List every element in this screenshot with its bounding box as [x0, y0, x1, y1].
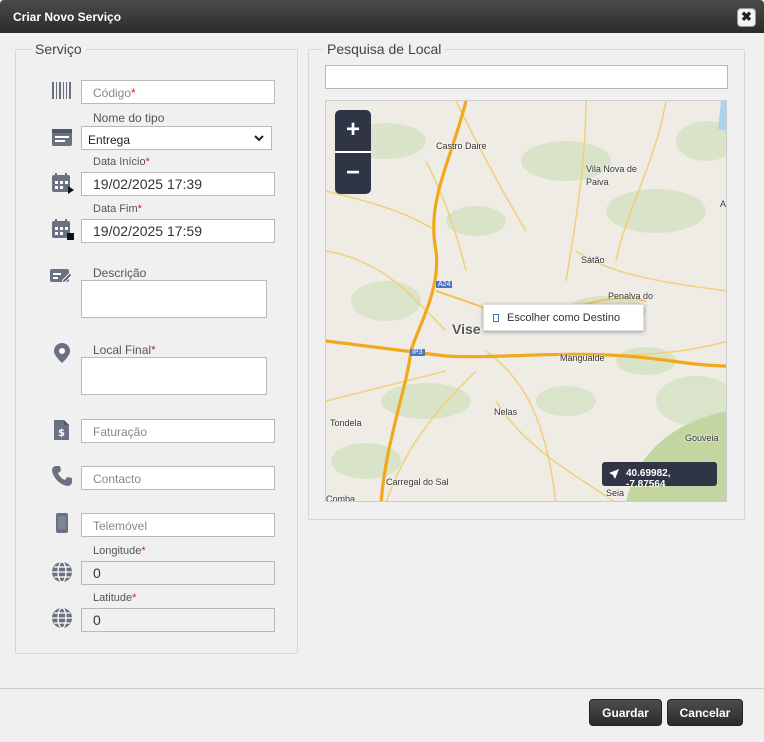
map-label-paiva: Paiva — [586, 177, 609, 187]
contact-placeholder: Contacto — [93, 472, 142, 486]
mobile-placeholder: Telemóvel — [93, 519, 148, 533]
dialog-titlebar: Criar Novo Serviço ✖ — [0, 0, 764, 33]
type-select[interactable]: Entrega — [81, 126, 272, 150]
barcode-icon — [50, 79, 74, 103]
choose-destination-menu-item[interactable]: Escolher como Destino — [483, 304, 644, 331]
cancel-button[interactable]: Cancelar — [667, 699, 743, 726]
map-coordinates-readout: 40.69982, -7.87564 — [602, 462, 717, 490]
phone-icon — [50, 464, 74, 488]
billing-placeholder: Faturação — [93, 425, 148, 439]
final-location-label: Local Final* — [93, 343, 156, 357]
type-label: Nome do tipo — [93, 111, 165, 125]
mobile-input[interactable]: Telemóvel — [81, 513, 275, 537]
map-road-a24: A24 — [436, 281, 453, 288]
zoom-in-button[interactable]: + — [335, 110, 371, 151]
end-required-mark: * — [137, 203, 142, 215]
edit-note-icon — [49, 264, 73, 288]
globe-icon — [50, 560, 74, 584]
map-view[interactable]: + − Castro Daire Vila Nova de Paiva A Sá… — [325, 100, 727, 502]
longitude-input[interactable]: 0 — [81, 561, 275, 585]
code-placeholder: Código — [93, 86, 132, 100]
coordinates-text: 40.69982, -7.87564 — [626, 468, 671, 490]
save-button[interactable]: Guardar — [589, 699, 662, 726]
type-select-value: Entrega — [88, 133, 131, 147]
map-background — [326, 101, 726, 501]
map-label-carregal: Carregal do Sal — [386, 477, 449, 487]
chevron-down-icon — [253, 132, 265, 144]
map-label-edge-a: A — [720, 199, 727, 209]
description-textarea[interactable] — [81, 280, 267, 318]
code-input[interactable]: Código* — [81, 80, 275, 104]
end-label: Data Fim* — [93, 203, 142, 215]
card-list-icon — [50, 125, 74, 149]
longitude-label: Longitude* — [93, 545, 146, 557]
final-location-required-mark: * — [151, 343, 156, 357]
longitude-required-mark: * — [141, 545, 146, 557]
map-road-ip3: IP3 — [410, 349, 425, 356]
map-label-castro-daire: Castro Daire — [436, 141, 487, 151]
zoom-out-button[interactable]: − — [335, 153, 371, 194]
latitude-required-mark: * — [132, 592, 137, 604]
description-label: Descrição — [93, 266, 147, 280]
svg-text:$: $ — [58, 428, 65, 439]
calendar-end-icon — [50, 217, 74, 241]
location-arrow-icon — [609, 469, 619, 479]
longitude-label-text: Longitude — [93, 545, 142, 557]
start-required-mark: * — [145, 156, 150, 168]
invoice-icon: $ — [50, 418, 74, 442]
map-label-penalva: Penalva do — [608, 291, 654, 301]
destination-marker-icon — [493, 314, 499, 322]
location-legend: Pesquisa de Local — [327, 41, 442, 57]
map-label-seia: Seia — [606, 488, 625, 498]
start-label-text: Data Início — [93, 156, 146, 168]
mobile-phone-icon — [50, 511, 74, 535]
map-label-comba: Comba — [326, 494, 356, 502]
map-label-gouveia: Gouveia — [685, 433, 719, 443]
map-label-tondela: Tondela — [330, 418, 362, 428]
start-label: Data Início* — [93, 156, 150, 168]
end-label-text: Data Fim — [93, 203, 138, 215]
footer-divider — [0, 688, 764, 689]
map-label-viseu: Vise — [452, 321, 481, 337]
latitude-input[interactable]: 0 — [81, 608, 275, 632]
latitude-label: Latitude* — [93, 592, 136, 604]
start-date-input[interactable]: 19/02/2025 17:39 — [81, 172, 275, 196]
latitude-label-text: Latitude — [93, 592, 133, 604]
close-button[interactable]: ✖ — [737, 8, 756, 27]
billing-input[interactable]: Faturação — [81, 419, 275, 443]
code-required-mark: * — [131, 86, 136, 100]
final-location-textarea[interactable] — [81, 357, 267, 395]
dialog-title: Criar Novo Serviço — [13, 10, 122, 24]
globe-icon — [50, 606, 74, 630]
map-pin-icon — [50, 341, 74, 365]
contact-input[interactable]: Contacto — [81, 466, 275, 490]
end-date-input[interactable]: 19/02/2025 17:59 — [81, 219, 275, 243]
map-label-vila-nova: Vila Nova de — [586, 164, 637, 174]
service-legend: Serviço — [35, 41, 82, 57]
final-location-label-text: Local Final — [93, 343, 152, 357]
map-zoom-control: + − — [335, 110, 371, 194]
location-search-input[interactable] — [325, 65, 728, 89]
map-label-nelas: Nelas — [494, 407, 518, 417]
map-label-mangualde: Mangualde — [560, 353, 605, 363]
calendar-start-icon — [50, 171, 74, 195]
map-label-satao: Sátão — [581, 255, 605, 265]
choose-destination-label: Escolher como Destino — [507, 312, 621, 324]
